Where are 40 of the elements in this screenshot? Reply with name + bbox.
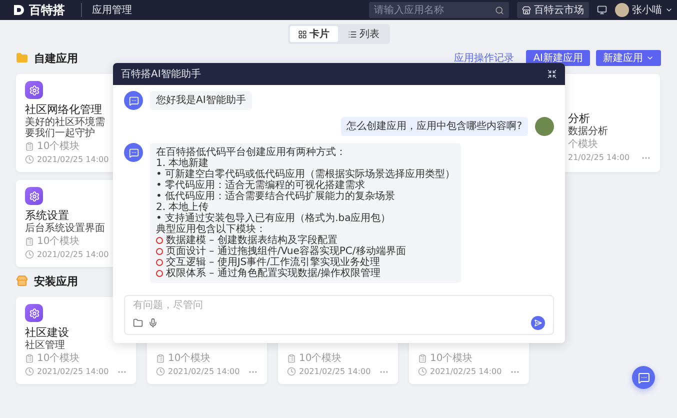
message-line: 2. 本地上传 [156,202,209,213]
module-count: 10个模块 [430,353,473,364]
page-title: 应用管理 [81,3,132,17]
module-count: 10个模块 [299,353,342,364]
section-title: 自建应用 [34,50,78,66]
app-date: 2021/02/25 14:00 [168,366,240,377]
module-count: 10个模块 [37,353,80,364]
message-line: 1. 本地新建 [156,158,209,169]
message-line: • 支持通过安装包导入已有应用（格式为.ba应用包） [156,213,391,224]
app-date: 2021/02/25 14:00 [299,366,371,377]
message-line: 在百特搭低代码平台创建应用有两种方式： [156,147,346,158]
app-description: 数据分析 [568,126,609,137]
app-date: 2021/02/25 14:00 [430,366,502,377]
logo-text: 百特搭 [29,2,65,18]
message-line: 典型应用包含以下模块： [156,224,266,235]
app-date: 2021/02/25 14:00 [37,249,109,260]
app-description: 社区管理 [25,340,66,351]
module-count: 10个模块 [168,353,211,364]
app-title: 系统设置 [25,209,70,222]
module-count: 10个模块 [37,141,80,152]
message-line: 数据建模 – 创建数据表结构及字段配置 [166,235,338,246]
message-line: 交互逻辑 – 使用JS事件/工作流引擎实现业务处理 [166,257,380,268]
message-bubble: 怎么创建应用，应用中包含哪些内容啊? [340,117,528,136]
app-description: 美好的社区环境需要我们一起守护 [25,117,106,139]
message-bubble: 您好我是AI智能助手 [150,91,252,110]
app-title: 分析 [568,112,591,125]
app-date: 2021/02/25 14:00 [37,154,109,165]
app-date: 2021/02/25 14:00 [37,366,109,377]
module-count: 个模块 [568,139,598,150]
message-line: 权限体系 – 通过角色配置实现数据/操作权限管理 [166,268,381,279]
app-description: 后台系统设置界面 [25,223,106,234]
message-line: • 可新建空白零代码或低代码应用（需根据实际场景选择应用类型） [156,169,456,180]
message-line: • 零代码应用：适合无需编程的可视化搭建需求 [156,180,366,191]
module-count: 10个模块 [37,236,80,247]
app-title: 社区网络化管理 [25,103,103,116]
app-title: 社区建设 [25,326,70,339]
section-title: 安装应用 [34,274,78,288]
message-line: 页面设计 – 通过拖拽组件/Vue容器实现PC/移动端界面 [166,246,406,257]
message-line: • 低代码应用：适合需要结合代码扩展能力的复杂场景 [156,191,396,202]
app-date: 21/02/25 14:00 [568,152,630,163]
